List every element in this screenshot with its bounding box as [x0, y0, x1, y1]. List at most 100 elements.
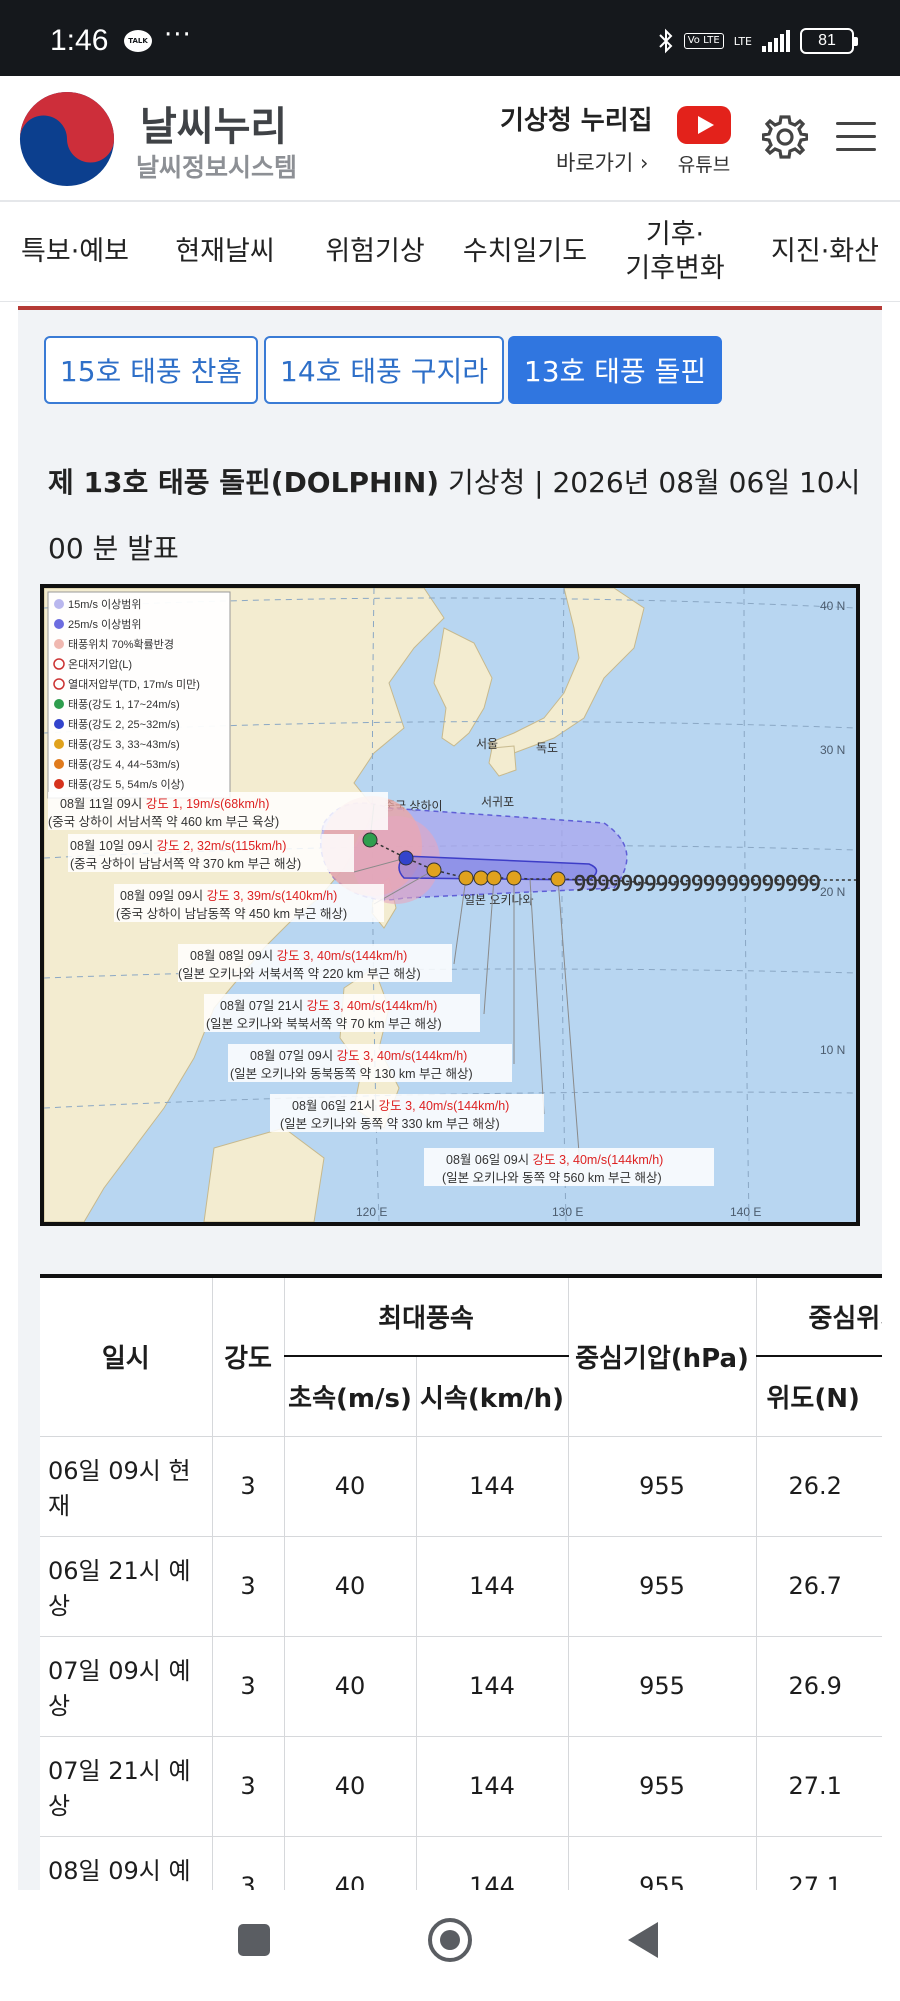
- annotation-0807-21-desc: (일본 오키나와 북북서쪽 약 70 km 부근 해상): [206, 1016, 442, 1031]
- typhoon-symbol: [486, 870, 502, 886]
- header-ms: 초속(m/s): [284, 1356, 417, 1437]
- annotation-0811: 08월 11일 09시 강도 1, 19m/s(68km/h) (중국 상하이 …: [48, 792, 388, 830]
- row-kmh: 144: [416, 1436, 569, 1537]
- kakaotalk-icon: TALK: [124, 30, 152, 52]
- row-time: 08일 09시 예상: [40, 1836, 213, 1890]
- annotation-0807-09-strength: 강도 3, 40m/s(144km/h): [337, 1049, 468, 1063]
- kma-homepage-shortcut[interactable]: 바로가기 ›: [500, 147, 670, 177]
- svg-text:08월 07일 09시 강도 3, 40m/s(144km/: 08월 07일 09시 강도 3, 40m/s(144km/h): [250, 1049, 467, 1063]
- place-dokdo: 독도: [536, 741, 558, 755]
- past-track-symbols: ꝯꝯꝯꝯꝯꝯꝯꝯꝯꝯꝯꝯꝯꝯꝯꝯꝯꝯꝯꝯꝯ: [574, 869, 821, 892]
- typhoon-forecast-table[interactable]: 일시 강도 최대풍속 중심기압(hPa) 중심위치 초속(m/s) 시속(km/…: [40, 1274, 882, 1890]
- row-strength: 3: [212, 1636, 285, 1737]
- annotation-0807-09: 08월 07일 09시 강도 3, 40m/s(144km/h) (일본 오키나…: [228, 1044, 512, 1082]
- row-ms: 40: [284, 1836, 417, 1890]
- annotation-0807-21-time: 08월 07일 21시: [220, 999, 303, 1013]
- header-center-position: 중심위치: [756, 1274, 882, 1357]
- annotation-0809-strength: 강도 3, 39m/s(140km/h): [207, 889, 338, 903]
- header-time: 일시: [40, 1274, 213, 1437]
- table-row: 06일 09시 현재 3 40 144 955 26.2: [40, 1436, 882, 1537]
- typhoon-title: 제 13호 태풍 돌핀(DOLPHIN) 기상청 | 2026년 08월 06일…: [48, 450, 868, 582]
- tab-typhoon-13[interactable]: 13호 태풍 돌핀: [508, 336, 722, 404]
- typhoon-symbol: [458, 870, 474, 886]
- gear-icon[interactable]: [762, 114, 808, 160]
- legend-strength5: 태풍(강도 5, 54m/s 이상): [68, 778, 184, 791]
- hamburger-menu-icon[interactable]: [836, 122, 876, 152]
- svg-text:08월 07일 21시 강도 3, 40m/s(144km/: 08월 07일 21시 강도 3, 40m/s(144km/h): [220, 999, 437, 1013]
- youtube-link[interactable]: 유튜브: [674, 106, 734, 177]
- svg-text:08월 08일 09시 강도 3, 40m/s(144km/: 08월 08일 09시 강도 3, 40m/s(144km/h): [190, 949, 407, 963]
- row-lat: 26.9: [756, 1636, 882, 1737]
- row-strength: 3: [212, 1536, 285, 1637]
- borneo-land: [203, 1127, 325, 1222]
- back-button[interactable]: [628, 1922, 658, 1958]
- annotation-0806-21: 08월 06일 21시 강도 3, 40m/s(144km/h) (일본 오키나…: [270, 1094, 544, 1132]
- youtube-icon[interactable]: [677, 106, 731, 144]
- youtube-label[interactable]: 유튜브: [674, 150, 734, 177]
- row-time: 06일 09시 현재: [40, 1436, 213, 1537]
- home-button[interactable]: [428, 1918, 472, 1962]
- annotation-0806-21-time: 08월 06일 21시: [292, 1099, 375, 1113]
- row-strength: 3: [212, 1736, 285, 1837]
- svg-text:08월 06일 09시 강도 3, 40m/s(144km/: 08월 06일 09시 강도 3, 40m/s(144km/h): [446, 1153, 663, 1167]
- header-lat: 위도(N): [756, 1356, 882, 1437]
- row-kmh: 144: [416, 1736, 569, 1837]
- typhoon-content: 15호 태풍 찬홈 14호 태풍 구지라 13호 태풍 돌핀 제 13호 태풍 …: [18, 310, 882, 1890]
- annotation-0810-desc: (중국 상하이 남남서쪽 약 370 km 부근 해상): [70, 856, 301, 871]
- kma-logo-icon[interactable]: [18, 90, 116, 188]
- legend-td: 열대저압부(TD, 17m/s 미만): [68, 678, 200, 691]
- lon-label-120e: 120 E: [356, 1205, 387, 1219]
- kma-homepage-title[interactable]: 기상청 누리집: [500, 100, 670, 137]
- annotation-0810-strength: 강도 2, 32m/s(115km/h): [157, 839, 287, 853]
- brand-title[interactable]: 날씨누리: [140, 94, 287, 152]
- row-kmh: 144: [416, 1536, 569, 1637]
- recent-apps-button[interactable]: [238, 1924, 270, 1956]
- annotation-0808-desc: (일본 오키나와 서북서쪽 약 220 km 부근 해상): [178, 966, 421, 981]
- place-seoguipo: 서귀포: [481, 795, 514, 809]
- kma-homepage-link[interactable]: 기상청 누리집 바로가기 ›: [500, 100, 670, 177]
- nav-item-climate[interactable]: 기후· 기후변화: [600, 202, 750, 302]
- header-pressure: 중심기압(hPa): [568, 1274, 757, 1437]
- signal-icon: [762, 30, 790, 52]
- annotation-0809-time: 08월 09일 09시: [120, 889, 203, 903]
- row-time: 07일 09시 예상: [40, 1636, 213, 1737]
- tab-typhoon-15[interactable]: 15호 태풍 찬홈: [44, 336, 258, 404]
- annotation-0808-time: 08월 08일 09시: [190, 949, 273, 963]
- legend-15ms: 15m/s 이상범위: [68, 598, 142, 611]
- header-kmh: 시속(km/h): [416, 1356, 569, 1437]
- annotation-0809-desc: (중국 상하이 남남동쪽 약 450 km 부근 해상): [116, 906, 347, 921]
- nav-item-forecast[interactable]: 특보·예보: [0, 202, 150, 302]
- tab-typhoon-14[interactable]: 14호 태풍 구지라: [264, 336, 504, 404]
- row-ms: 40: [284, 1736, 417, 1837]
- annotation-0810-time: 08월 10일 09시: [70, 839, 153, 853]
- legend-25ms: 25m/s 이상범위: [68, 618, 142, 631]
- row-strength: 3: [212, 1836, 285, 1890]
- nav-item-weather-chart[interactable]: 수치일기도: [450, 202, 600, 302]
- japan-land: [488, 588, 645, 759]
- nav-item-hazard-weather[interactable]: 위험기상: [300, 202, 450, 302]
- legend-extratropical: 온대저기압(L): [68, 658, 132, 671]
- battery-icon: 81: [800, 28, 858, 54]
- site-header: 날씨누리 날씨정보시스템 기상청 누리집 바로가기 › 유튜브: [0, 76, 900, 202]
- lte-icon: LTE: [733, 34, 752, 48]
- annotation-0809: 08월 09일 09시 강도 3, 39m/s(140km/h) (중국 상하이…: [114, 884, 384, 922]
- row-pressure: 955: [568, 1736, 757, 1837]
- status-time: 1:46: [50, 24, 109, 57]
- annotation-0806-09-time: 08월 06일 09시: [446, 1153, 529, 1167]
- status-icons: Vo LTE LTE 81: [658, 24, 858, 58]
- legend-probability: 태풍위치 70%확률반경: [68, 638, 174, 651]
- row-ms: 40: [284, 1636, 417, 1737]
- typhoon-track-map[interactable]: 40 N 30 N 20 N 10 N 120 E 130 E 140 E 서울…: [40, 584, 860, 1226]
- map-legend: 15m/s 이상범위 25m/s 이상범위 태풍위치 70%확률반경 온대저기압…: [47, 591, 231, 799]
- typhoon-symbol-current: [550, 871, 566, 887]
- lon-label-130e: 130 E: [552, 1205, 583, 1219]
- lon-label-140e: 140 E: [730, 1205, 761, 1219]
- lat-label-10n: 10 N: [820, 1043, 845, 1057]
- typhoon-symbol: [473, 870, 489, 886]
- volte-icon: Vo LTE: [683, 33, 724, 49]
- place-seoul: 서울: [476, 737, 498, 751]
- nav-item-current-weather[interactable]: 현재날씨: [150, 202, 300, 302]
- nav-item-earthquake[interactable]: 지진·화산: [750, 202, 900, 302]
- annotation-0811-desc: (중국 상하이 서남서쪽 약 460 km 부근 육상): [48, 814, 279, 829]
- lat-label-30n: 30 N: [820, 743, 845, 757]
